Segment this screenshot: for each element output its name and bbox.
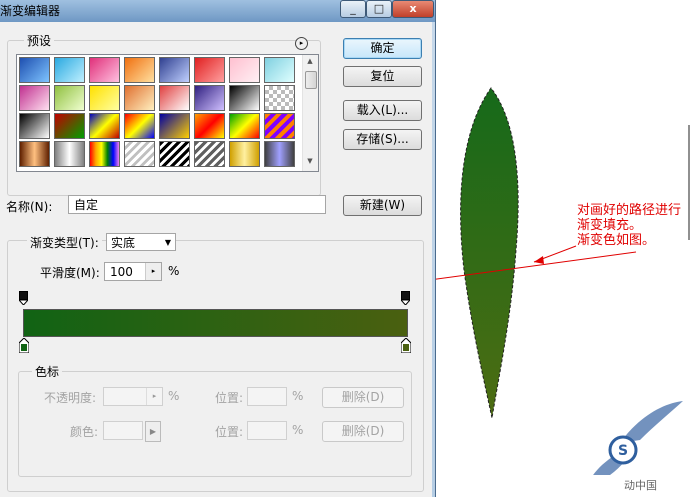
smoothness-label: 平滑度(M): (40, 266, 100, 280)
color-stop-icon (400, 337, 412, 354)
opacity-stop-icon (19, 291, 28, 300)
window-title: 渐变编辑器 (0, 4, 61, 18)
preset-swatch[interactable] (159, 85, 190, 111)
opacity-stop-left[interactable] (19, 291, 28, 305)
preset-scrollbar[interactable]: ▲ ▼ (302, 55, 318, 171)
preset-swatch[interactable] (159, 141, 190, 167)
position-label-2: 位置: (215, 425, 244, 439)
minimize-button[interactable]: _ (340, 0, 366, 18)
gradient-type-value: 实底 (111, 236, 136, 250)
close-button[interactable]: x (392, 0, 434, 18)
position-input-2[interactable] (247, 421, 287, 440)
preset-swatch[interactable] (19, 141, 50, 167)
preset-swatch[interactable] (124, 141, 155, 167)
preset-swatch[interactable] (89, 113, 120, 139)
annotation-line-3: 渐变色如图。 (577, 233, 656, 248)
maximize-button[interactable]: □ (366, 0, 392, 18)
preset-swatch[interactable] (159, 57, 190, 83)
preset-swatch[interactable] (54, 113, 85, 139)
title-bar[interactable]: 渐变编辑器 _ □ x (0, 0, 435, 22)
preset-swatch[interactable] (194, 57, 225, 83)
arrowhead-icon (534, 256, 544, 264)
ok-button[interactable]: 确定 (343, 38, 422, 59)
opacity-stop-right[interactable] (401, 291, 410, 305)
preset-swatch[interactable] (124, 113, 155, 139)
annotation-text: 对画好的路径进行 渐变填充。 渐变色如图。 (577, 203, 681, 248)
preset-swatch[interactable] (124, 57, 155, 83)
watermark-logo: S 动中国 (585, 395, 685, 495)
preset-swatch[interactable] (89, 57, 120, 83)
preset-swatch[interactable] (54, 85, 85, 111)
preset-swatch[interactable] (89, 85, 120, 111)
chevron-right-icon[interactable]: ▶ (145, 421, 161, 442)
color-stop-right[interactable] (400, 337, 412, 354)
preset-swatch[interactable] (264, 85, 295, 111)
scroll-down-icon[interactable]: ▼ (305, 157, 315, 169)
scroll-thumb[interactable] (305, 71, 317, 89)
annotation-line-1: 对画好的路径进行 (577, 203, 682, 218)
name-label: 名称(N): (6, 200, 53, 214)
preset-swatch[interactable] (264, 141, 295, 167)
preset-swatch[interactable] (194, 85, 225, 111)
name-input[interactable]: 自定 (68, 195, 326, 214)
new-button[interactable]: 新建(W) (343, 195, 422, 216)
preset-swatch[interactable] (19, 113, 50, 139)
gradient-type-select[interactable]: 实底 ▼ (106, 233, 176, 251)
stops-group-label: 色标 (32, 363, 63, 380)
color-swatch[interactable] (103, 421, 143, 440)
opacity-stop-icon (401, 291, 410, 300)
reset-button[interactable]: 复位 (343, 66, 422, 87)
preset-swatch[interactable] (264, 57, 295, 83)
stop-pointer-icon (401, 300, 410, 305)
dialog-client: 预设 ▸ ▲ ▼ 确定 复位 载入(L)... 存储(S)... 名称(N): … (0, 22, 432, 497)
presets-label: 预设 (24, 32, 55, 49)
delete-opacity-stop-button[interactable]: 删除(D) (322, 387, 404, 408)
preset-swatch[interactable] (159, 113, 190, 139)
position-unit-1: % (292, 389, 304, 403)
stop-pointer-icon (19, 300, 28, 305)
position-label-1: 位置: (215, 391, 244, 405)
opacity-input[interactable]: ▸ (103, 387, 163, 406)
color-stop-icon (18, 337, 30, 354)
smoothness-input[interactable]: 100 ▸ (104, 262, 162, 281)
preset-swatch[interactable] (229, 85, 260, 111)
gradient-preview-bar[interactable] (23, 309, 408, 337)
position-unit-2: % (292, 423, 304, 437)
watermark-text: 动中国 (624, 479, 657, 492)
circle-arrow-icon[interactable]: ▸ (295, 37, 308, 50)
opacity-label: 不透明度: (44, 391, 97, 405)
scroll-up-icon[interactable]: ▲ (305, 57, 315, 69)
save-button[interactable]: 存储(S)... (343, 129, 422, 150)
gradient-type-label: 渐变类型(T): (27, 234, 102, 251)
preset-swatch[interactable] (194, 113, 225, 139)
preset-swatch[interactable] (54, 57, 85, 83)
preset-swatch[interactable] (124, 85, 155, 111)
delete-color-stop-button[interactable]: 删除(D) (322, 421, 404, 442)
opacity-unit: % (168, 389, 180, 403)
color-label: 颜色: (70, 425, 99, 439)
svg-text:S: S (618, 443, 628, 459)
chevron-right-icon[interactable]: ▸ (145, 263, 161, 280)
preset-swatch[interactable] (19, 57, 50, 83)
gradient-editor-dialog: 渐变编辑器 _ □ x 预设 ▸ ▲ ▼ 确定 复位 载入(L)... 存储(S… (0, 0, 436, 497)
preset-swatch[interactable] (229, 113, 260, 139)
smoothness-unit: % (168, 264, 180, 278)
preset-swatch[interactable] (229, 57, 260, 83)
preset-swatch[interactable] (194, 141, 225, 167)
smoothness-value: 100 (110, 265, 133, 279)
leaf-shape (460, 87, 519, 419)
preset-swatch[interactable] (54, 141, 85, 167)
preset-swatch-list: ▲ ▼ (16, 54, 319, 172)
wing-logo-icon: S (587, 401, 683, 487)
annotation-line-2: 渐变填充。 (577, 218, 643, 233)
preset-swatch[interactable] (229, 141, 260, 167)
preset-swatch[interactable] (264, 113, 295, 139)
position-input-1[interactable] (247, 387, 287, 406)
preset-swatch[interactable] (89, 141, 120, 167)
load-button[interactable]: 载入(L)... (343, 100, 422, 121)
chevron-down-icon: ▼ (164, 238, 171, 247)
chevron-right-icon: ▸ (146, 388, 162, 405)
color-stop-left[interactable] (18, 337, 30, 354)
preset-swatch[interactable] (19, 85, 50, 111)
